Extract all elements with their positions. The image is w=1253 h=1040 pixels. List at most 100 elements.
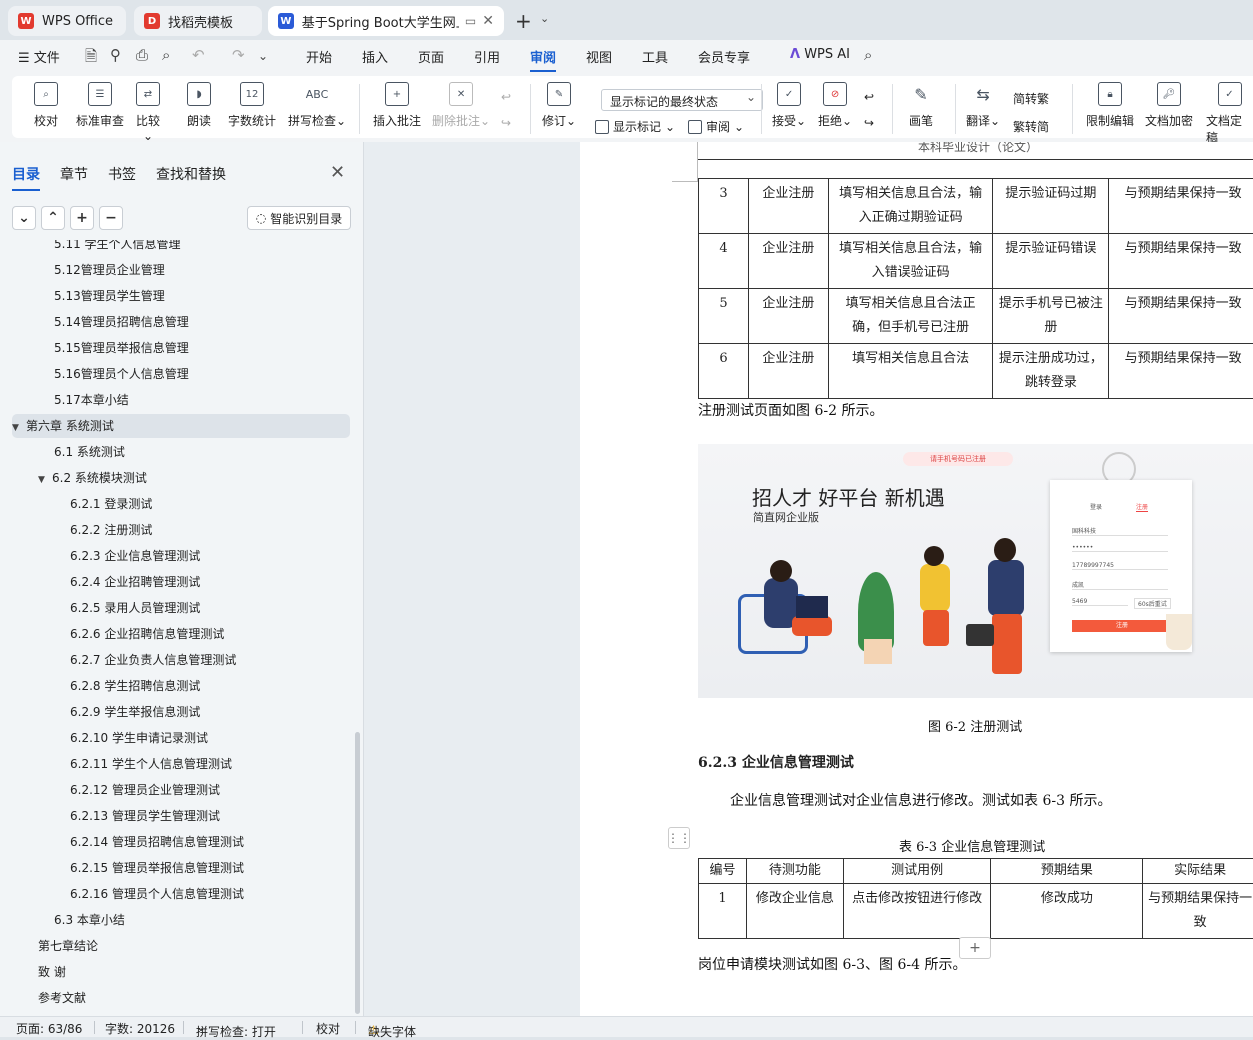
table-cell[interactable]: 企业注册	[748, 179, 828, 234]
table-cell[interactable]: 提示注册成功过，跳转登录	[993, 344, 1109, 399]
toc-item[interactable]: 6.2.16 管理员个人信息管理测试	[70, 882, 244, 906]
chevron-down-icon[interactable]: ⌄	[540, 12, 549, 25]
toc-item[interactable]: 5.15管理员举报信息管理	[54, 336, 189, 360]
spell-check-indicator[interactable]: 拼写检查: 打开 ⌄	[196, 1020, 206, 1034]
table-header-cell[interactable]: 实际结果	[1143, 859, 1253, 884]
table-cell[interactable]: 提示验证码错误	[993, 234, 1109, 289]
tab-find-replace[interactable]: 查找和替换	[156, 164, 226, 191]
toc-item[interactable]: 参考文献	[38, 986, 86, 1010]
table-cell[interactable]: 6	[699, 344, 749, 399]
smart-toc-button[interactable]: ◌智能识别目录	[247, 206, 351, 230]
save-icon[interactable]: 🗎	[85, 46, 97, 71]
word-count-indicator[interactable]: 字数: 20126	[105, 1020, 175, 1037]
toc-item[interactable]: 5.14管理员招聘信息管理	[54, 310, 189, 334]
toc-item[interactable]: 6.3 本章小结	[54, 908, 125, 932]
standard-review-button[interactable]: ☰标准审查	[76, 82, 124, 129]
table-cell[interactable]: 与预期结果保持一致	[1109, 234, 1253, 289]
table-cell[interactable]: 1	[699, 884, 747, 939]
prev-change-icon[interactable]: ↩	[864, 90, 874, 104]
toc-item[interactable]: 6.2.14 管理员招聘信息管理测试	[70, 830, 244, 854]
expand-arrow-icon[interactable]: ▼	[12, 416, 26, 440]
wps-ai-button[interactable]: Ʌ WPS AI	[790, 47, 850, 62]
table-header-cell[interactable]: 编号	[699, 859, 747, 884]
tab-wps-office[interactable]: W WPS Office	[8, 6, 126, 36]
more-chevron-icon[interactable]: ⌄	[258, 49, 268, 63]
to-traditional-button[interactable]: 简转繁	[1013, 90, 1049, 107]
table-cell[interactable]: 填写相关信息且合法，输入正确过期验证码	[828, 179, 993, 234]
print-icon[interactable]: ⎙	[136, 46, 148, 64]
word-count-button[interactable]: 12字数统计	[228, 82, 276, 129]
expand-all-button[interactable]: ⌄	[12, 206, 36, 230]
spell-check-button[interactable]: ABC拼写检查⌄	[288, 82, 346, 129]
toc-item[interactable]: 5.13管理员学生管理	[54, 284, 165, 308]
table-cell[interactable]: 与预期结果保持一致	[1109, 289, 1253, 344]
toc-item[interactable]: 6.2.12 管理员企业管理测试	[70, 778, 220, 802]
table-cell[interactable]: 提示验证码过期	[993, 179, 1109, 234]
table-header-cell[interactable]: 预期结果	[991, 859, 1143, 884]
monitor-icon[interactable]: ▭	[465, 14, 476, 28]
review-pane-button[interactable]: 审阅⌄	[688, 118, 744, 135]
table-cell[interactable]: 4	[699, 234, 749, 289]
toc-item[interactable]: 6.2.15 管理员举报信息管理测试	[70, 856, 244, 880]
table-header-cell[interactable]: 待测功能	[746, 859, 843, 884]
toc-item[interactable]: 致 谢	[38, 960, 66, 984]
toc-item[interactable]: 6.2.10 学生申请记录测试	[70, 726, 208, 750]
toc-item[interactable]: 6.2.3 企业信息管理测试	[70, 544, 200, 568]
read-aloud-button[interactable]: ◗朗读	[187, 82, 211, 129]
collapse-all-button[interactable]: ⌃	[41, 206, 65, 230]
table-header-cell[interactable]: 测试用例	[843, 859, 991, 884]
toc-item[interactable]: 6.2.4 企业招聘管理测试	[70, 570, 200, 594]
pen-button[interactable]: ✎画笔	[909, 82, 933, 129]
table-drag-handle[interactable]: ⋮⋮	[668, 827, 690, 849]
table-cell[interactable]: 修改企业信息	[746, 884, 843, 939]
toc-item[interactable]: 6.2.13 管理员学生管理测试	[70, 804, 220, 828]
redo-icon[interactable]: ↷	[232, 46, 245, 64]
tab-chapters[interactable]: 章节	[60, 164, 88, 191]
compare-button[interactable]: ⇄比较⌄	[136, 82, 160, 143]
show-marks-button[interactable]: 显示标记⌄	[595, 118, 675, 135]
doc-finalize-button[interactable]: ✓文档定稿	[1206, 82, 1253, 146]
toc-item[interactable]: ▼6.2 系统模块测试	[38, 466, 147, 490]
reject-button[interactable]: ⊘拒绝⌄	[818, 82, 852, 129]
doc-encrypt-button[interactable]: 🔑︎文档加密	[1145, 82, 1193, 129]
markup-state-select[interactable]: 显示标记的最终状态	[601, 89, 763, 111]
menu-page[interactable]: 页面	[418, 47, 444, 66]
tab-document[interactable]: W 基于Spring Boot大学生网上 ▭ ✕	[268, 6, 504, 36]
search-icon[interactable]: ⌕	[864, 46, 872, 64]
accept-button[interactable]: ✓接受⌄	[772, 82, 806, 129]
toc-item[interactable]: 6.2.6 企业招聘信息管理测试	[70, 622, 224, 646]
proofread-indicator[interactable]: 校对	[316, 1020, 340, 1037]
table-cell[interactable]: 填写相关信息且合法，输入错误验证码	[828, 234, 993, 289]
table-cell[interactable]: 点击修改按钮进行修改	[843, 884, 991, 939]
toc-item[interactable]: 6.2.1 登录测试	[70, 492, 152, 516]
prev-comment-icon[interactable]: ↩	[501, 90, 511, 104]
table-cell[interactable]: 企业注册	[748, 344, 828, 399]
table-cell[interactable]: 修改成功	[991, 884, 1143, 939]
menu-start[interactable]: 开始	[306, 47, 332, 66]
print-preview-icon[interactable]: ⌕	[162, 46, 170, 64]
toc-item[interactable]: 6.2.2 注册测试	[70, 518, 152, 542]
toc-item[interactable]: 6.2.9 学生举报信息测试	[70, 700, 200, 724]
menu-reference[interactable]: 引用	[474, 47, 500, 66]
translate-button[interactable]: ⇆翻译⌄	[966, 82, 1000, 129]
table-cell[interactable]: 企业注册	[748, 234, 828, 289]
track-changes-button[interactable]: ✎修订⌄	[542, 82, 576, 129]
add-heading-button[interactable]: +	[70, 206, 94, 230]
close-icon[interactable]: ✕	[330, 162, 345, 183]
restrict-edit-button[interactable]: 🔒︎限制编辑	[1086, 82, 1134, 129]
delete-comment-button[interactable]: ✕删除批注⌄	[432, 82, 490, 129]
table-cell[interactable]: 填写相关信息且合法正确，但手机号已注册	[828, 289, 993, 344]
share-icon[interactable]: ⚲	[110, 46, 121, 64]
file-menu[interactable]: ☰ 文件	[18, 47, 60, 66]
toc-item[interactable]: 5.12管理员企业管理	[54, 258, 165, 282]
toc-item[interactable]: 6.1 系统测试	[54, 440, 125, 464]
page-indicator[interactable]: 页面: 63/86	[16, 1020, 82, 1037]
toc-item[interactable]: 6.2.11 学生个人信息管理测试	[70, 752, 232, 776]
toc-item[interactable]: 6.2.5 录用人员管理测试	[70, 596, 200, 620]
close-icon[interactable]: ✕	[482, 13, 494, 29]
toc-item[interactable]: 6.2.7 企业负责人信息管理测试	[70, 648, 236, 672]
next-comment-icon[interactable]: ↪	[501, 116, 511, 130]
tab-toc[interactable]: 目录	[12, 164, 40, 191]
to-simplified-button[interactable]: 繁转简	[1013, 118, 1049, 135]
menu-view[interactable]: 视图	[586, 47, 612, 66]
